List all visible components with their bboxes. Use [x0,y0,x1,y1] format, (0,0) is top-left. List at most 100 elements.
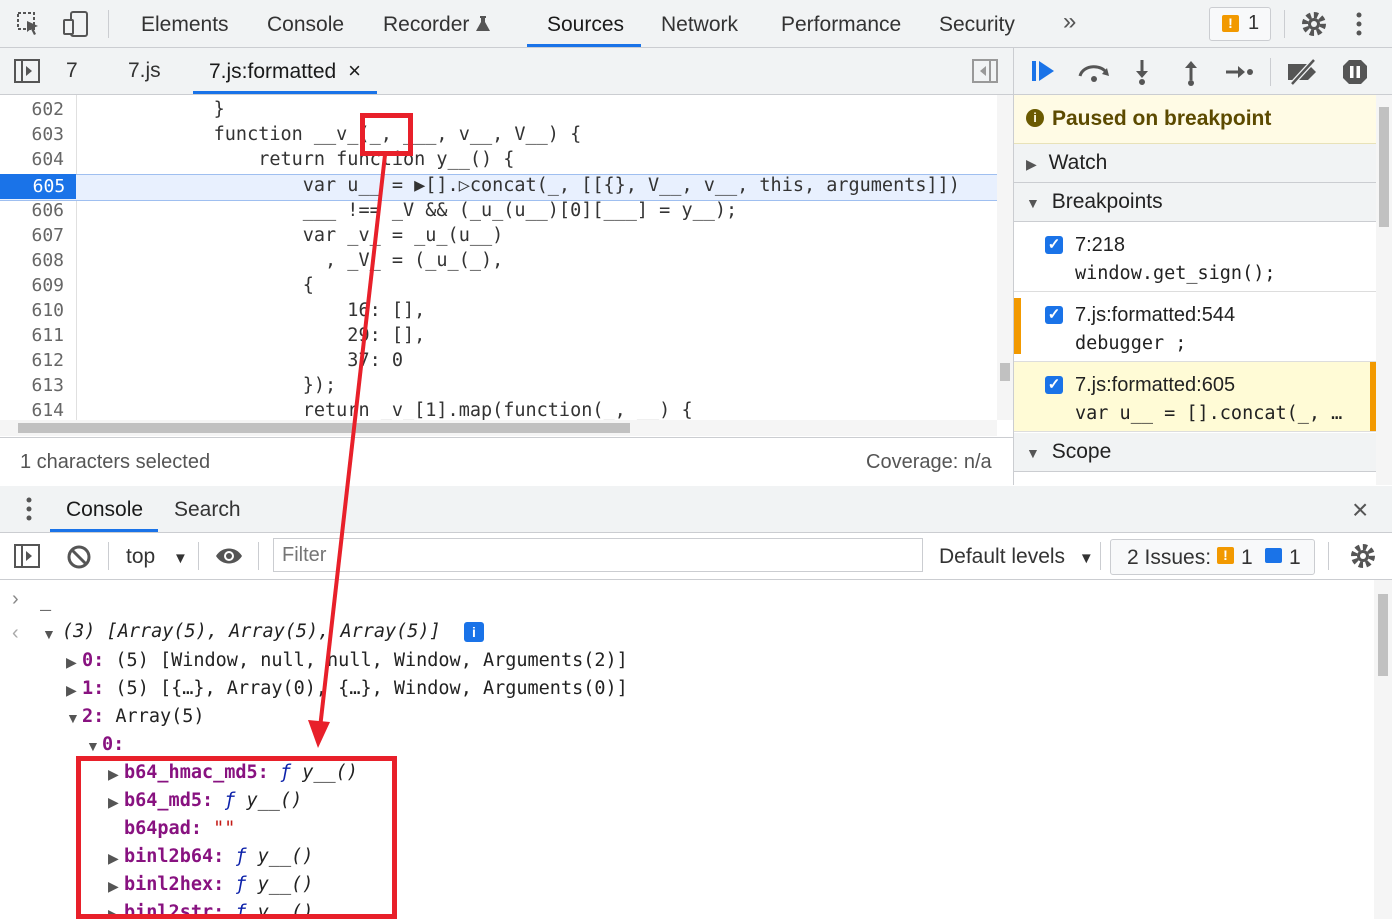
file-tab-7[interactable]: 7 [66,48,78,94]
context-selector[interactable]: top ▼ [126,545,188,569]
toggle-debugger-icon[interactable] [972,59,998,83]
tab-security[interactable]: Security [939,0,1015,47]
breakpoint-checkbox[interactable]: ✓ [1045,306,1063,324]
scrollbar-thumb[interactable] [1378,594,1388,676]
expand-arrow-icon[interactable]: ▶ [66,654,77,671]
breakpoint-item-active[interactable]: ✓ 7.js:formatted:605 var u__ = [].concat… [1014,362,1376,432]
expand-arrow-icon: ▶ [1026,156,1037,172]
prompt-chevron-icon: › [12,588,19,610]
breakpoint-item[interactable]: ✓ 7.js:formatted:544 debugger ; [1014,292,1376,362]
tab-console[interactable]: Console [267,0,344,47]
inspect-element-icon[interactable] [16,11,42,37]
code-line: ___ !== _V && (_u_(u__)[0][___] = y__); [80,200,738,221]
tab-elements[interactable]: Elements [141,0,229,47]
issues-counter-button[interactable]: 2 Issues: ! 1 1 [1110,539,1315,575]
warning-icon: ! [1217,547,1234,564]
breakpoint-item[interactable]: ✓ 7:218 window.get_sign(); [1014,222,1376,292]
collapse-arrow-icon[interactable]: ▼ [66,710,80,726]
editor-vertical-scrollbar[interactable] [997,95,1013,420]
paused-banner: i Paused on breakpoint [1014,95,1376,144]
debugger-toolbar [1014,48,1392,95]
tab-network[interactable]: Network [661,0,738,47]
line-number: 610 [31,300,64,321]
settings-gear-icon[interactable] [1300,10,1328,38]
scrollbar-thumb[interactable] [1379,107,1389,227]
step-icon[interactable] [1224,60,1254,84]
console-toolbar: top ▼ Default levels ▼ 2 Issues: ! 1 1 [0,533,1392,580]
close-tab-icon[interactable]: × [348,58,361,83]
close-drawer-icon[interactable]: × [1352,494,1368,526]
device-toolbar-icon[interactable] [62,10,90,38]
toolbar-divider [108,10,109,38]
toolbar-divider [1270,58,1271,86]
section-breakpoints-label: Breakpoints [1051,190,1163,213]
issues-label: 2 Issues: [1127,546,1212,569]
editor-horizontal-scrollbar[interactable] [0,420,997,436]
toolbar-divider [1100,542,1101,570]
array-index: 1 [82,678,94,699]
section-breakpoints[interactable]: ▼ Breakpoints [1014,183,1376,222]
breakpoint-checkbox[interactable]: ✓ [1045,376,1063,394]
console-scrollbar[interactable] [1374,580,1392,919]
clear-console-icon[interactable] [66,544,92,570]
dropdown-arrow-icon: ▼ [173,550,188,567]
scrollbar-thumb[interactable] [1000,363,1010,381]
console-input-echo: _ [40,590,52,611]
collapse-arrow-icon: ▼ [1026,445,1040,461]
step-out-icon[interactable] [1179,58,1203,86]
breakpoint-location: 7.js:formatted:544 [1075,304,1236,326]
live-expression-eye-icon[interactable] [214,545,244,567]
flask-icon [475,2,491,52]
line-number: 608 [31,250,64,271]
info-message-icon [1265,548,1282,563]
array-index: 0 [82,650,94,671]
deactivate-breakpoints-icon[interactable] [1286,58,1320,86]
array-value: Array(5) [115,706,205,727]
kebab-menu-icon[interactable] [1354,10,1364,38]
tab-sources[interactable]: Sources [547,0,624,47]
drawer-tab-search[interactable]: Search [174,498,241,522]
more-tabs-icon[interactable]: » [1063,8,1076,36]
show-sidebar-icon[interactable] [14,544,40,568]
code-editor[interactable]: 605 602 603 604 606 607 608 609 610 611 … [0,95,1013,420]
line-number: 614 [31,400,64,420]
debugger-scrollbar[interactable] [1376,95,1392,485]
line-number: 602 [31,99,64,120]
step-into-icon[interactable] [1130,58,1154,86]
collapse-arrow-icon[interactable]: ▼ [86,738,100,754]
array-row[interactable]: 2: Array(5) [82,706,205,727]
line-number: 604 [31,149,64,170]
section-scope[interactable]: ▼ Scope [1014,433,1376,472]
breakpoint-checkbox[interactable]: ✓ [1045,236,1063,254]
object-row[interactable]: 0: [102,734,124,755]
file-tab-7js-formatted[interactable]: 7.js:formatted × [209,48,361,94]
tab-recorder[interactable]: Recorder [383,0,491,47]
step-over-icon[interactable] [1077,60,1111,84]
breakpoint-code: window.get_sign(); [1075,263,1276,284]
toolbar-divider [1284,10,1285,38]
section-watch[interactable]: ▶ Watch [1014,144,1376,183]
file-tab-7js[interactable]: 7.js [128,48,161,94]
issues-count: 1 [1248,12,1260,34]
dropdown-arrow-icon: ▼ [1078,550,1094,567]
info-badge-icon[interactable]: i [464,622,484,642]
drawer-menu-icon[interactable] [24,496,34,522]
log-levels-dropdown[interactable]: Default levels ▼ [939,545,1094,569]
collapse-arrow-icon: ▼ [1026,195,1040,211]
code-line: }); [80,375,337,396]
warning-icon: ! [1222,15,1239,32]
console-settings-gear-icon[interactable] [1349,542,1377,570]
resume-icon[interactable] [1030,58,1060,86]
pause-on-exceptions-icon[interactable] [1341,58,1369,86]
tab-performance[interactable]: Performance [781,0,901,47]
coverage-status: Coverage: n/a [866,451,992,473]
expand-arrow-icon[interactable]: ▶ [66,682,77,699]
toolbar-divider [1328,542,1329,570]
toggle-navigator-icon[interactable] [14,59,40,83]
warning-count: 1 [1241,546,1253,569]
line-number: 603 [31,124,64,145]
info-count: 1 [1289,546,1301,569]
collapse-arrow-icon[interactable]: ▼ [42,626,56,642]
issues-badge[interactable]: ! 1 [1209,7,1271,41]
drawer-tab-console[interactable]: Console [66,498,143,522]
